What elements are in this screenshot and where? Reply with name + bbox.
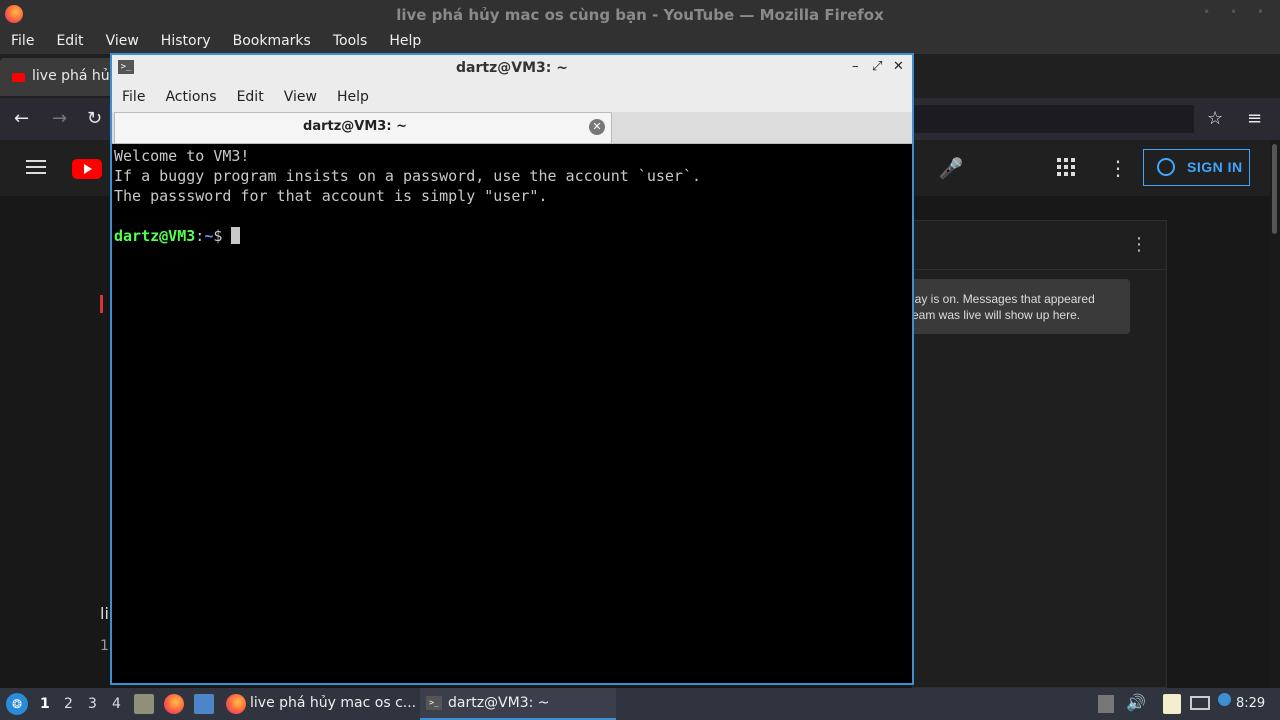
workspace-4[interactable]: 4 [112, 696, 121, 712]
term-menu-actions[interactable]: Actions [155, 82, 226, 112]
red-accent-mark [100, 295, 103, 313]
maximize-button[interactable]: ⤢ [872, 59, 882, 74]
microphone-icon[interactable]: 🎤 [935, 152, 967, 184]
ff-menu-file[interactable]: File [0, 30, 45, 52]
desktop-icon[interactable] [194, 694, 214, 714]
firefox-window-buttons[interactable]: • • • [1203, 5, 1272, 19]
firefox-launcher-icon[interactable] [164, 694, 184, 714]
task-terminal[interactable]: >_ dartz@VM3: ~ [420, 688, 616, 720]
workspace-2[interactable]: 2 [64, 696, 73, 712]
more-options-icon[interactable]: ⋮ [1108, 156, 1128, 180]
tab-close-icon[interactable]: ✕ [589, 119, 605, 135]
youtube-menu-icon[interactable] [26, 160, 46, 162]
reload-icon[interactable]: ↻ [87, 108, 102, 129]
terminal-line: Welcome to VM3! [114, 147, 250, 165]
terminal-line: The passsword for that account is simply… [114, 187, 548, 205]
scrollbar-thumb[interactable] [1272, 144, 1277, 234]
terminal-prompt: dartz@VM3:~$ [114, 226, 241, 246]
terminal-line: If a buggy program insists on a password… [114, 167, 701, 185]
terminal-menubar: File Actions Edit View Help [112, 82, 912, 112]
page-scrollbar[interactable] [1270, 140, 1280, 688]
file-manager-icon[interactable] [134, 694, 154, 714]
firefox-window-title: live phá hủy mac os cùng bạn - YouTube —… [396, 6, 884, 24]
notification-icon[interactable] [1218, 693, 1231, 706]
url-bar[interactable] [914, 105, 1194, 133]
firefox-titlebar: live phá hủy mac os cùng bạn - YouTube —… [0, 0, 1280, 30]
sign-in-label: SIGN IN [1187, 159, 1243, 175]
youtube-logo-icon[interactable] [72, 159, 102, 179]
terminal-tab-title: dartz@VM3: ~ [303, 119, 407, 134]
clock[interactable]: 8:29 [1236, 696, 1265, 711]
firefox-menubar: File Edit View History Bookmarks Tools Help [0, 30, 1280, 54]
firefox-task-icon [226, 694, 246, 714]
video-title-fragment: li [100, 604, 109, 623]
close-button[interactable]: ✕ [893, 59, 904, 74]
youtube-favicon-icon [12, 73, 25, 82]
chat-replay-notice: lay is on. Messages that appeared eam wa… [912, 279, 1130, 334]
terminal-tabbar: dartz@VM3: ~ ✕ [112, 112, 912, 144]
tray-up-icon[interactable] [1098, 695, 1114, 713]
ff-menu-edit[interactable]: Edit [45, 30, 94, 52]
workspace-3[interactable]: 3 [88, 696, 97, 712]
live-chat-header [913, 221, 1166, 270]
firefox-tab-youtube[interactable]: live phá hủy [0, 58, 120, 96]
sign-in-button[interactable]: SIGN IN [1143, 149, 1250, 186]
prompt-path: ~ [204, 227, 214, 245]
chat-replay-text: lay is on. Messages that appeared eam wa… [912, 292, 1095, 322]
term-menu-edit[interactable]: Edit [227, 82, 274, 112]
ff-menu-bookmarks[interactable]: Bookmarks [222, 30, 322, 52]
task-label: dartz@VM3: ~ [448, 695, 550, 711]
term-menu-view[interactable]: View [274, 82, 327, 112]
firefox-tab-label: live phá hủy [32, 68, 118, 84]
ff-menu-help[interactable]: Help [378, 30, 432, 52]
forward-arrow-icon[interactable]: → [52, 108, 67, 129]
workspace-1[interactable]: 1 [40, 696, 50, 712]
prompt-symbol: $ [213, 227, 232, 245]
minimize-button[interactable]: – [852, 59, 859, 74]
task-label: live phá hủy mac os c... [250, 695, 417, 711]
terminal-title: dartz@VM3: ~ [456, 60, 568, 76]
chat-more-icon[interactable]: ⋮ [1130, 234, 1148, 255]
terminal-task-icon: >_ [426, 696, 442, 710]
apps-grid-icon[interactable] [1057, 158, 1075, 181]
term-menu-file[interactable]: File [112, 82, 155, 112]
clipboard-icon[interactable] [1163, 694, 1181, 714]
terminal-output[interactable]: Welcome to VM3! If a buggy program insis… [112, 144, 912, 683]
ff-menu-history[interactable]: History [150, 30, 222, 52]
volume-icon[interactable]: 🔊 [1126, 693, 1146, 713]
task-firefox[interactable]: live phá hủy mac os c... [222, 688, 417, 720]
ff-menu-tools[interactable]: Tools [322, 30, 379, 52]
terminal-tab[interactable]: dartz@VM3: ~ ✕ [114, 112, 612, 143]
terminal-window[interactable]: >_ dartz@VM3: ~ – ⤢ ✕ File Actions Edit Vie… [110, 53, 914, 685]
terminal-titlebar[interactable]: >_ dartz@VM3: ~ – ⤢ ✕ [112, 55, 912, 82]
start-menu-icon[interactable]: ❂ [6, 693, 28, 715]
taskbar: ❂ 1 2 3 4 live phá hủy mac os c... >_ da… [0, 688, 1280, 720]
text-cursor [231, 227, 241, 244]
ff-menu-view[interactable]: View [95, 30, 150, 52]
hamburger-menu-icon[interactable]: ≡ [1247, 108, 1262, 129]
video-meta-fragment: 1 [100, 638, 109, 654]
prompt-separator: : [195, 227, 205, 245]
bookmark-star-icon[interactable]: ☆ [1207, 108, 1223, 129]
account-icon [1157, 158, 1175, 176]
term-menu-help[interactable]: Help [327, 82, 379, 112]
network-icon[interactable] [1190, 696, 1210, 710]
back-arrow-icon[interactable]: ← [14, 108, 29, 129]
prompt-user: dartz@VM3 [114, 227, 196, 245]
